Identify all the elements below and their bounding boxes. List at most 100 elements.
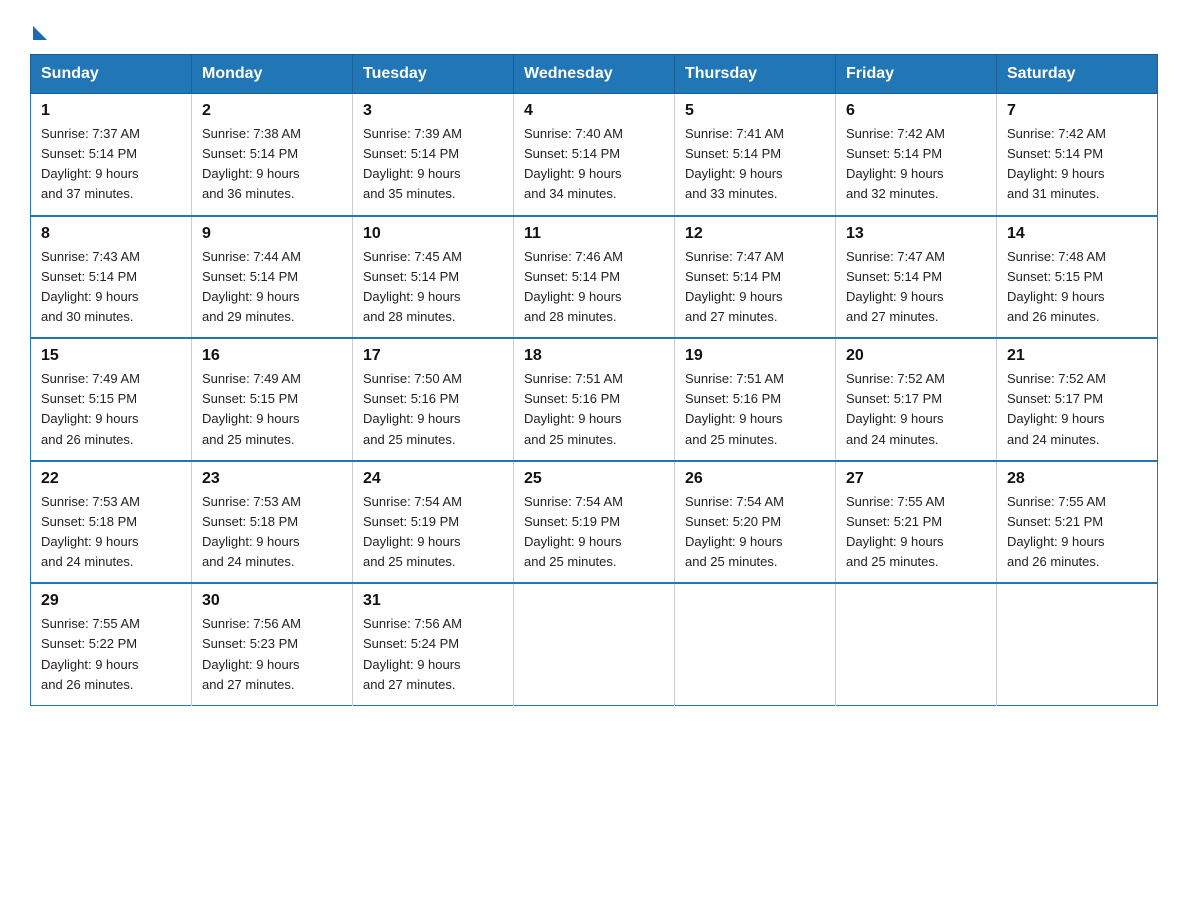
- calendar-cell: 14 Sunrise: 7:48 AMSunset: 5:15 PMDayligh…: [997, 216, 1158, 339]
- calendar-cell: 24Sunrise: 7:54 AMSunset: 5:19 PMDayligh…: [353, 461, 514, 584]
- day-number: 7: [1007, 102, 1147, 120]
- day-info: Sunrise: 7:43 AMSunset: 5:14 PMDaylight:…: [41, 247, 181, 328]
- header-thursday: Thursday: [675, 55, 836, 94]
- day-number: 5: [685, 102, 825, 120]
- day-number: 15: [41, 347, 181, 365]
- day-number: 22: [41, 470, 181, 488]
- header-monday: Monday: [192, 55, 353, 94]
- day-info: Sunrise: 7:53 AMSunset: 5:18 PMDaylight:…: [41, 492, 181, 573]
- header-wednesday: Wednesday: [514, 55, 675, 94]
- day-number: 16: [202, 347, 342, 365]
- logo: [30, 20, 47, 36]
- day-info: Sunrise: 7:40 AMSunset: 5:14 PMDaylight:…: [524, 124, 664, 205]
- calendar-cell: 16 Sunrise: 7:49 AMSunset: 5:15 PMDayligh…: [192, 338, 353, 461]
- day-number: 14: [1007, 225, 1147, 243]
- calendar-cell: 12 Sunrise: 7:47 AMSunset: 5:14 PMDayligh…: [675, 216, 836, 339]
- calendar-table: SundayMondayTuesdayWednesdayThursdayFrid…: [30, 54, 1158, 706]
- day-info: Sunrise: 7:38 AMSunset: 5:14 PMDaylight:…: [202, 124, 342, 205]
- logo-triangle-icon: [33, 26, 47, 40]
- header-friday: Friday: [836, 55, 997, 94]
- day-number: 1: [41, 102, 181, 120]
- day-info: Sunrise: 7:54 AMSunset: 5:19 PMDaylight:…: [363, 492, 503, 573]
- day-info: Sunrise: 7:47 AMSunset: 5:14 PMDaylight:…: [685, 247, 825, 328]
- calendar-week-row: 29 Sunrise: 7:55 AMSunset: 5:22 PMDayligh…: [31, 583, 1158, 705]
- calendar-header-row: SundayMondayTuesdayWednesdayThursdayFrid…: [31, 55, 1158, 94]
- day-info: Sunrise: 7:49 AMSunset: 5:15 PMDaylight:…: [202, 369, 342, 450]
- calendar-cell: 15 Sunrise: 7:49 AMSunset: 5:15 PMDayligh…: [31, 338, 192, 461]
- header-saturday: Saturday: [997, 55, 1158, 94]
- day-number: 4: [524, 102, 664, 120]
- calendar-cell: 27 Sunrise: 7:55 AMSunset: 5:21 PMDayligh…: [836, 461, 997, 584]
- day-info: Sunrise: 7:49 AMSunset: 5:15 PMDaylight:…: [41, 369, 181, 450]
- day-number: 28: [1007, 470, 1147, 488]
- calendar-cell: 18Sunrise: 7:51 AMSunset: 5:16 PMDayligh…: [514, 338, 675, 461]
- calendar-cell: 17Sunrise: 7:50 AMSunset: 5:16 PMDayligh…: [353, 338, 514, 461]
- day-info: Sunrise: 7:55 AMSunset: 5:21 PMDaylight:…: [846, 492, 986, 573]
- day-info: Sunrise: 7:45 AMSunset: 5:14 PMDaylight:…: [363, 247, 503, 328]
- calendar-cell: 22 Sunrise: 7:53 AMSunset: 5:18 PMDayligh…: [31, 461, 192, 584]
- calendar-cell: 1Sunrise: 7:37 AMSunset: 5:14 PMDaylight…: [31, 94, 192, 216]
- day-number: 23: [202, 470, 342, 488]
- calendar-cell: 23 Sunrise: 7:53 AMSunset: 5:18 PMDayligh…: [192, 461, 353, 584]
- calendar-cell: 9Sunrise: 7:44 AMSunset: 5:14 PMDaylight…: [192, 216, 353, 339]
- calendar-week-row: 22 Sunrise: 7:53 AMSunset: 5:18 PMDayligh…: [31, 461, 1158, 584]
- calendar-cell: 13 Sunrise: 7:47 AMSunset: 5:14 PMDayligh…: [836, 216, 997, 339]
- day-info: Sunrise: 7:54 AMSunset: 5:19 PMDaylight:…: [524, 492, 664, 573]
- day-number: 8: [41, 225, 181, 243]
- day-number: 6: [846, 102, 986, 120]
- day-number: 21: [1007, 347, 1147, 365]
- calendar-cell: 19 Sunrise: 7:51 AMSunset: 5:16 PMDayligh…: [675, 338, 836, 461]
- day-number: 9: [202, 225, 342, 243]
- calendar-cell: 20 Sunrise: 7:52 AMSunset: 5:17 PMDayligh…: [836, 338, 997, 461]
- day-info: Sunrise: 7:42 AMSunset: 5:14 PMDaylight:…: [1007, 124, 1147, 205]
- day-info: Sunrise: 7:53 AMSunset: 5:18 PMDaylight:…: [202, 492, 342, 573]
- day-info: Sunrise: 7:48 AMSunset: 5:15 PMDaylight:…: [1007, 247, 1147, 328]
- day-info: Sunrise: 7:51 AMSunset: 5:16 PMDaylight:…: [685, 369, 825, 450]
- calendar-week-row: 8 Sunrise: 7:43 AMSunset: 5:14 PMDaylight…: [31, 216, 1158, 339]
- calendar-cell: 2 Sunrise: 7:38 AMSunset: 5:14 PMDaylight…: [192, 94, 353, 216]
- calendar-cell: 5 Sunrise: 7:41 AMSunset: 5:14 PMDaylight…: [675, 94, 836, 216]
- day-number: 31: [363, 592, 503, 610]
- day-number: 3: [363, 102, 503, 120]
- day-info: Sunrise: 7:52 AMSunset: 5:17 PMDaylight:…: [1007, 369, 1147, 450]
- calendar-cell: 28 Sunrise: 7:55 AMSunset: 5:21 PMDayligh…: [997, 461, 1158, 584]
- calendar-cell: 7 Sunrise: 7:42 AMSunset: 5:14 PMDaylight…: [997, 94, 1158, 216]
- calendar-cell: 26Sunrise: 7:54 AMSunset: 5:20 PMDayligh…: [675, 461, 836, 584]
- calendar-cell: 11Sunrise: 7:46 AMSunset: 5:14 PMDayligh…: [514, 216, 675, 339]
- day-info: Sunrise: 7:51 AMSunset: 5:16 PMDaylight:…: [524, 369, 664, 450]
- page-header: [30, 20, 1158, 36]
- calendar-cell: 31 Sunrise: 7:56 AMSunset: 5:24 PMDayligh…: [353, 583, 514, 705]
- day-number: 13: [846, 225, 986, 243]
- calendar-cell: 30 Sunrise: 7:56 AMSunset: 5:23 PMDayligh…: [192, 583, 353, 705]
- day-number: 20: [846, 347, 986, 365]
- calendar-cell: 3 Sunrise: 7:39 AMSunset: 5:14 PMDaylight…: [353, 94, 514, 216]
- day-info: Sunrise: 7:47 AMSunset: 5:14 PMDaylight:…: [846, 247, 986, 328]
- calendar-cell: 4 Sunrise: 7:40 AMSunset: 5:14 PMDaylight…: [514, 94, 675, 216]
- day-info: Sunrise: 7:56 AMSunset: 5:23 PMDaylight:…: [202, 614, 342, 695]
- day-info: Sunrise: 7:55 AMSunset: 5:21 PMDaylight:…: [1007, 492, 1147, 573]
- day-number: 29: [41, 592, 181, 610]
- day-info: Sunrise: 7:52 AMSunset: 5:17 PMDaylight:…: [846, 369, 986, 450]
- day-info: Sunrise: 7:55 AMSunset: 5:22 PMDaylight:…: [41, 614, 181, 695]
- day-number: 2: [202, 102, 342, 120]
- day-number: 12: [685, 225, 825, 243]
- calendar-cell: 6 Sunrise: 7:42 AMSunset: 5:14 PMDaylight…: [836, 94, 997, 216]
- day-info: Sunrise: 7:42 AMSunset: 5:14 PMDaylight:…: [846, 124, 986, 205]
- day-info: Sunrise: 7:54 AMSunset: 5:20 PMDaylight:…: [685, 492, 825, 573]
- day-info: Sunrise: 7:50 AMSunset: 5:16 PMDaylight:…: [363, 369, 503, 450]
- calendar-cell: [997, 583, 1158, 705]
- day-number: 25: [524, 470, 664, 488]
- day-info: Sunrise: 7:39 AMSunset: 5:14 PMDaylight:…: [363, 124, 503, 205]
- day-number: 27: [846, 470, 986, 488]
- calendar-cell: [514, 583, 675, 705]
- day-number: 30: [202, 592, 342, 610]
- calendar-cell: [836, 583, 997, 705]
- calendar-cell: 29 Sunrise: 7:55 AMSunset: 5:22 PMDayligh…: [31, 583, 192, 705]
- day-number: 19: [685, 347, 825, 365]
- calendar-cell: [675, 583, 836, 705]
- day-info: Sunrise: 7:56 AMSunset: 5:24 PMDaylight:…: [363, 614, 503, 695]
- day-number: 11: [524, 225, 664, 243]
- header-tuesday: Tuesday: [353, 55, 514, 94]
- day-info: Sunrise: 7:41 AMSunset: 5:14 PMDaylight:…: [685, 124, 825, 205]
- calendar-cell: 25 Sunrise: 7:54 AMSunset: 5:19 PMDayligh…: [514, 461, 675, 584]
